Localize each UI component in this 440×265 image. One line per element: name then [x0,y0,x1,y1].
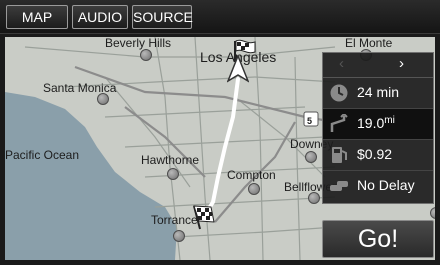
route-time-value: 24 min [357,84,400,100]
vehicle-position-icon [227,55,249,83]
traffic-icon [330,181,348,191]
route-cost-row: $0.92 [323,140,433,171]
route-distance-row: 19.0mi [323,109,433,140]
city-label: El Monte [345,37,393,50]
route-distance-icon [330,114,348,132]
go-button[interactable]: Go! [322,220,434,258]
city-label: Santa Monica [43,81,117,95]
route-option-nav: ‹ › [323,53,433,78]
city-marker [167,168,179,180]
route-traffic-row: No Delay [323,171,433,201]
city-label: Compton [227,168,276,182]
tab-source[interactable]: SOURCE [132,5,193,29]
ocean-label: Pacific Ocean [5,148,80,162]
top-tab-bar: MAP AUDIO SOURCE [0,0,440,34]
fuel-pump-icon [332,147,347,163]
highway-shield-label: 5 [307,116,313,126]
city-label: Beverly Hills [105,37,172,50]
route-time-row: 24 min [323,78,433,109]
city-marker [305,151,317,163]
city-marker [173,230,185,242]
navigation-screen: MAP AUDIO SOURCE Beverly Hills Los Angel… [0,0,440,265]
route-distance-value: 19.0mi [357,115,395,131]
route-info-panel: ‹ › 24 min 19.0mi $0.92 No Delay [322,52,434,204]
route-traffic-value: No Delay [357,177,415,193]
city-marker [248,183,260,195]
city-marker [430,207,435,219]
tab-map[interactable]: MAP [6,5,68,29]
city-marker [140,49,152,61]
city-label: Hawthorne [141,153,200,167]
route-cost-value: $0.92 [357,146,393,162]
chevron-left-icon[interactable]: ‹ [339,55,344,72]
chevron-right-icon[interactable]: › [399,55,404,72]
tab-audio[interactable]: AUDIO [72,5,128,29]
start-checkered-flag-icon [193,205,215,230]
clock-icon [330,84,348,102]
